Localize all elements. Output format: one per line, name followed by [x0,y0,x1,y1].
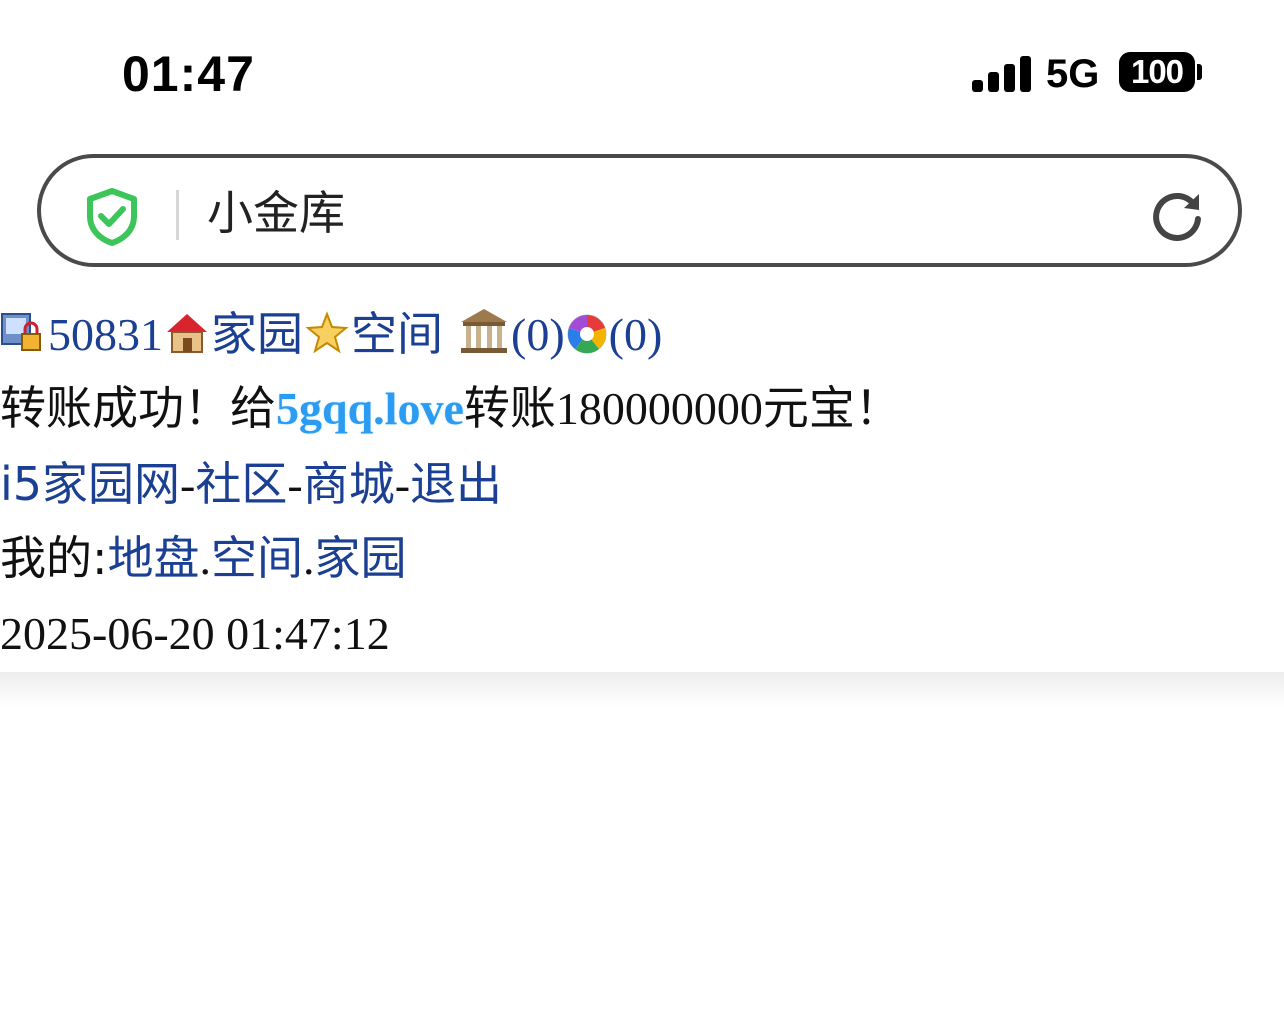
site-home-link[interactable]: i5家园网 [0,457,180,511]
transfer-message: 转账成功！给5gqq.love转账180000000元宝！ [0,378,901,439]
album-icon [567,314,607,354]
mine-links: 我的:地盘.空间.家园 [0,528,407,589]
user-id-link[interactable]: 50831 [48,309,163,360]
shield-icon [87,188,137,246]
status-time: 01:47 [122,46,255,102]
address-divider [176,190,179,240]
message-suffix: 元宝！ [762,381,901,435]
album-count-link[interactable]: (0) [609,309,663,360]
reload-icon[interactable] [1149,186,1207,244]
signal-icon [972,56,1032,92]
timestamp: 2025-06-20 01:47:12 [0,608,390,659]
mine-label: 我的: [0,531,108,585]
battery-tip [1197,64,1202,80]
logout-link[interactable]: 退出 [410,457,502,511]
network-label: 5G [1046,52,1100,96]
site-links: i5家园网-社区-商城-退出 [0,454,502,515]
transfer-amount: 180000000 [555,383,763,434]
battery-icon: 100 [1119,52,1195,92]
my-space-link[interactable]: 空间 [211,531,303,585]
recipient-name: 5gqq.love [276,383,464,434]
address-bar[interactable]: 小金库 [37,154,1242,267]
star-icon [305,311,349,354]
link-separator: - [394,459,411,510]
land-link[interactable]: 地盘 [108,531,200,585]
home-icon [167,314,207,353]
page-title: 小金库 [207,186,345,240]
bank-icon [461,309,507,353]
message-prefix: 转账成功！给 [0,381,276,435]
bank-count-link[interactable]: (0) [511,309,565,360]
link-separator: - [180,459,196,510]
home-link[interactable]: 家园 [211,307,303,361]
my-home-link[interactable]: 家园 [315,531,407,585]
message-middle: 转账 [463,381,556,435]
content-shadow [0,672,1284,708]
user-lock-icon [1,313,41,351]
link-separator: - [287,459,303,510]
nav-row: 50831 家园 空间 (0) (0) [0,304,662,365]
page-content: 50831 家园 空间 (0) (0) 转账成功！给5gqq.love转账180… [0,290,1284,672]
mall-link[interactable]: 商城 [303,457,395,511]
dot-separator: . [199,533,212,584]
community-link[interactable]: 社区 [195,457,287,511]
space-link[interactable]: 空间 [351,307,443,361]
dot-separator: . [303,533,315,584]
